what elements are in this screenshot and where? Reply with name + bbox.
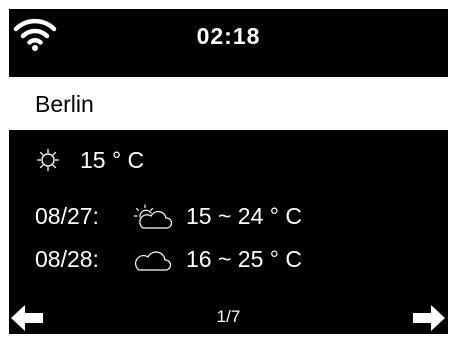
footer: 1/7 bbox=[9, 303, 448, 334]
current-temperature: 15 ° C bbox=[80, 147, 145, 173]
partly-cloudy-icon bbox=[134, 204, 172, 229]
city-name: Berlin bbox=[35, 91, 94, 117]
forecast-row: 08/27: 15 ~ 24 ° C bbox=[9, 198, 448, 234]
cloud-icon bbox=[135, 251, 172, 271]
sun-icon bbox=[36, 148, 60, 172]
forecast-range: 16 ~ 25 ° C bbox=[186, 246, 302, 272]
city-bar[interactable]: Berlin bbox=[9, 77, 448, 130]
current-weather: 15 ° C bbox=[9, 142, 448, 178]
status-bar: 02:18 bbox=[9, 9, 448, 77]
forecast-range: 15 ~ 24 ° C bbox=[186, 203, 302, 229]
arrow-right-icon[interactable] bbox=[413, 305, 445, 331]
forecast-row: 08/28: 16 ~ 25 ° C bbox=[9, 241, 448, 277]
forecast-date: 08/27: bbox=[35, 203, 99, 229]
radio-display: 02:18 Berlin 15 ° C 08/27: 15 ~ 24 ° C 0… bbox=[9, 9, 448, 334]
forecast-date: 08/28: bbox=[35, 246, 99, 272]
clock: 02:18 bbox=[196, 23, 261, 49]
page-indicator: 1/7 bbox=[216, 307, 241, 326]
